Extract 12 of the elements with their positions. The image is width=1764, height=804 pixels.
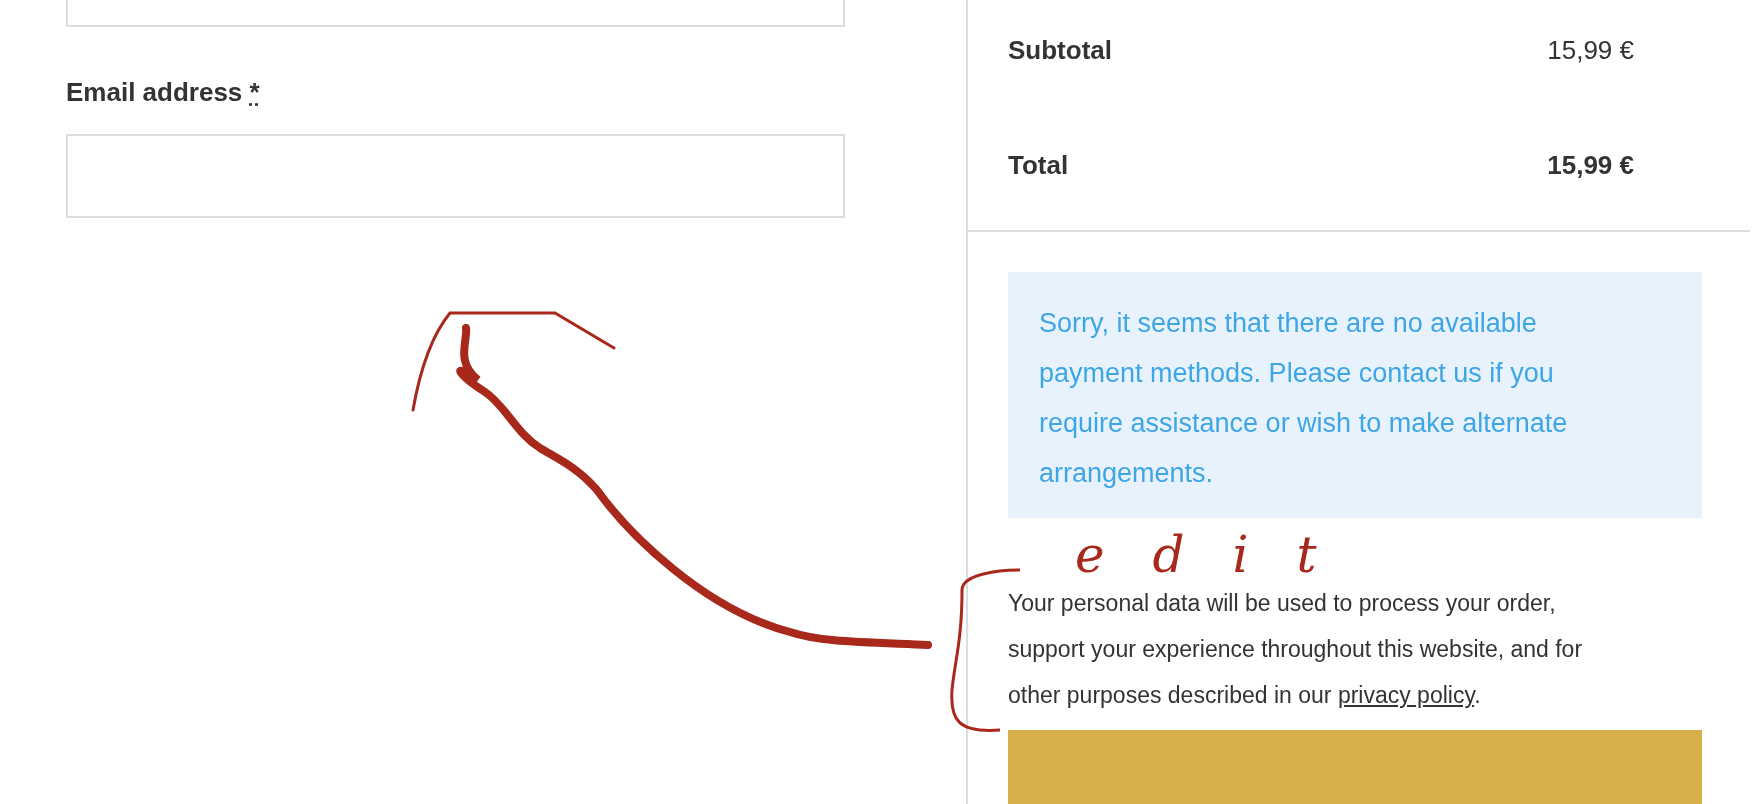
text-field[interactable]: [66, 0, 845, 27]
privacy-notice: Your personal data will be used to process your order, support your experience throughout this website, and for other purposes described in our privacy policy.: [1008, 589, 1584, 710]
total-label: Total: [1008, 149, 1069, 181]
subtotal-amount: 15,99 €: [1547, 34, 1634, 66]
handwritten-note: edit: [1075, 530, 1365, 580]
total-amount: 15,99 €: [1547, 149, 1634, 181]
email-field[interactable]: [66, 134, 845, 218]
place-order-button[interactable]: [1008, 730, 1702, 804]
privacy-policy-link[interactable]: privacy policy: [1337, 682, 1475, 708]
subtotal-label: Subtotal: [1008, 34, 1112, 66]
info-notice: Sorry, it seems that there are no available payment methods. Please contact us if you require assistance or wish to make alternate arrangements.: [1008, 272, 1702, 518]
field-label: Email address *: [66, 77, 260, 108]
